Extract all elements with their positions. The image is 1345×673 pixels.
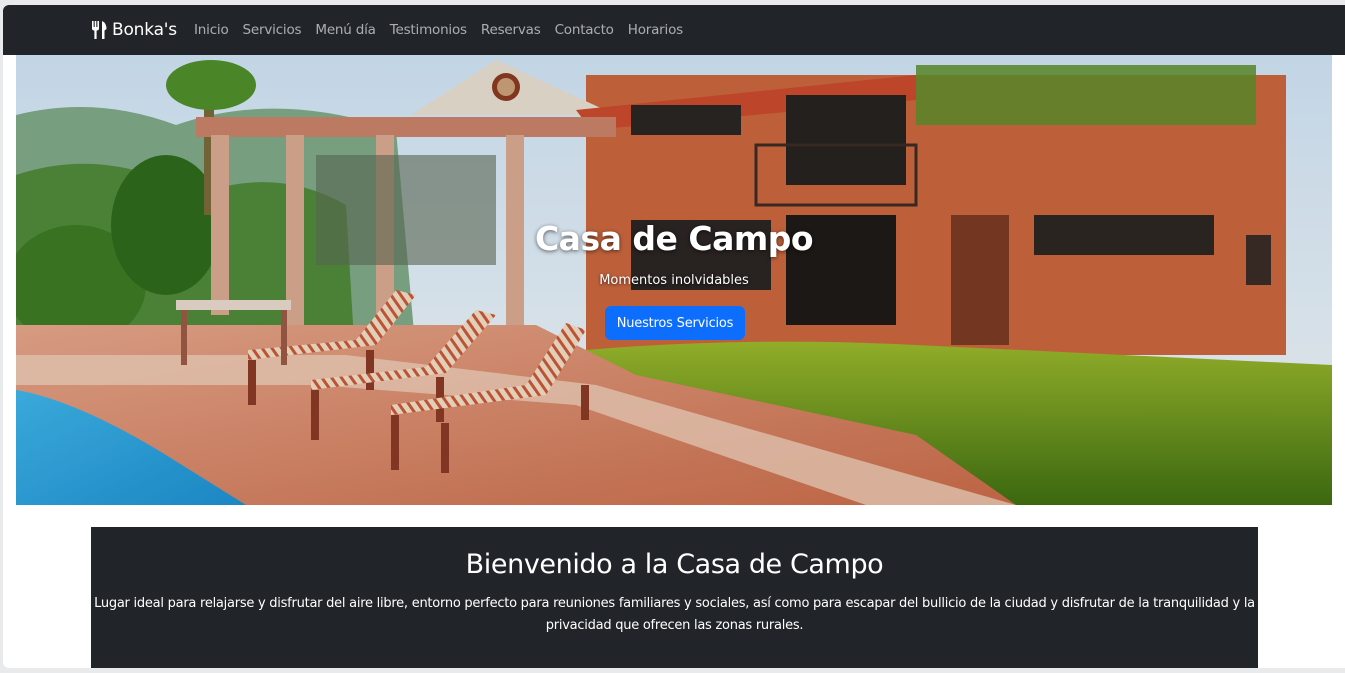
- nav-link-servicios[interactable]: Servicios: [236, 22, 309, 38]
- brand-name: Bonka's: [112, 20, 177, 40]
- nav-link-contacto[interactable]: Contacto: [548, 22, 621, 38]
- nav-link-inicio[interactable]: Inicio: [187, 22, 236, 38]
- hero-carousel: Casa de Campo Momentos inolvidables Nues…: [16, 55, 1332, 505]
- nav-links: Inicio Servicios Menú día Testimonios Re…: [187, 5, 690, 55]
- hero-subtitle: Momentos inolvidables: [599, 273, 749, 288]
- nav-link-horarios[interactable]: Horarios: [621, 22, 690, 38]
- welcome-section: Bienvenido a la Casa de Campo Lugar idea…: [91, 527, 1258, 668]
- brand-link[interactable]: Bonka's: [91, 5, 177, 55]
- welcome-text: Lugar ideal para relajarse y disfrutar d…: [94, 596, 1255, 633]
- nav-link-menu-dia[interactable]: Menú día: [308, 22, 382, 38]
- hero-title: Casa de Campo: [534, 219, 814, 258]
- nav-link-reservas[interactable]: Reservas: [474, 22, 548, 38]
- welcome-title: Bienvenido a la Casa de Campo: [465, 549, 884, 580]
- nav-link-testimonios[interactable]: Testimonios: [383, 22, 474, 38]
- browser-page: Bonka's Inicio Servicios Menú día Testim…: [3, 5, 1345, 668]
- services-button[interactable]: Nuestros Servicios: [605, 306, 745, 340]
- navbar: Bonka's Inicio Servicios Menú día Testim…: [3, 5, 1345, 55]
- utensils-icon: [92, 21, 107, 39]
- hero-caption: Casa de Campo Momentos inolvidables Nues…: [16, 55, 1332, 505]
